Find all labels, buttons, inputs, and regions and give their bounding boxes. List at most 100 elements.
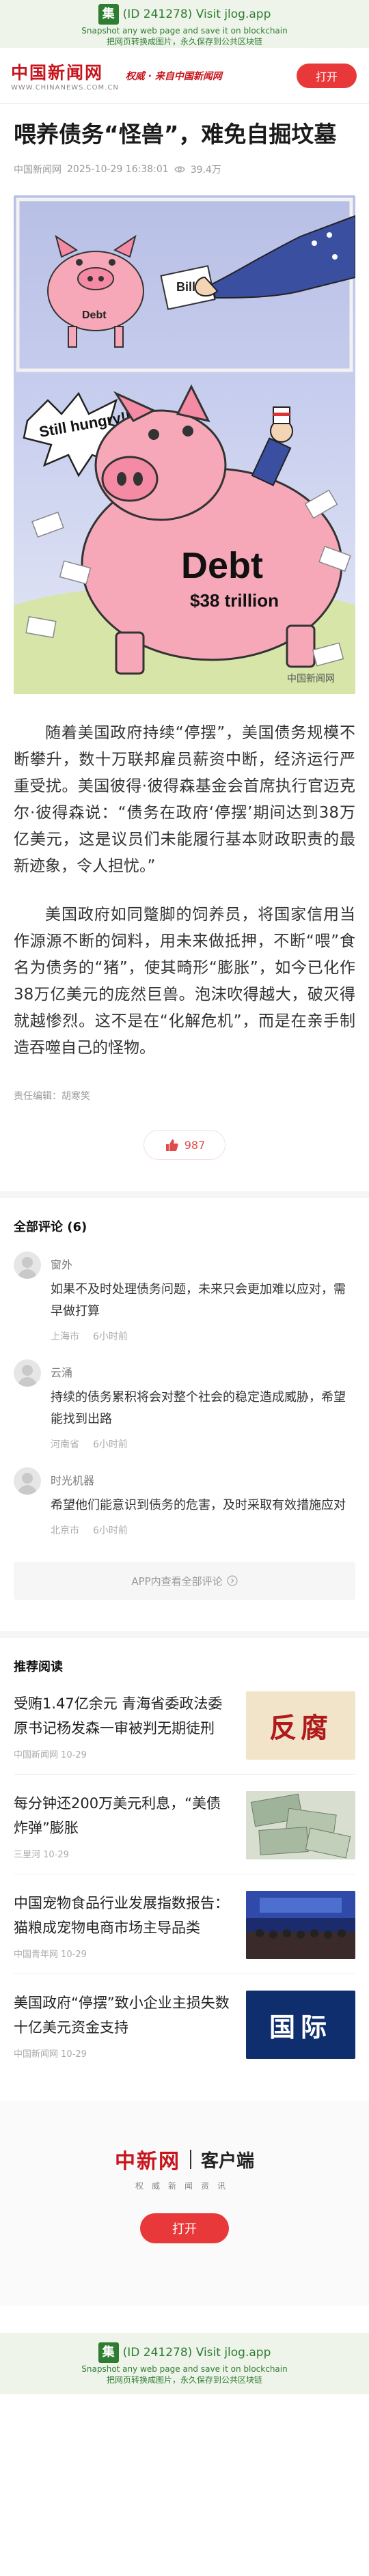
promo-brand-name: 中新网 xyxy=(114,2150,180,2174)
see-all-label: APP内查看全部评论 xyxy=(131,1575,223,1588)
thumbs-up-icon xyxy=(165,1139,178,1151)
recommended-title[interactable]: 中国宠物食品行业发展指数报告：猫粮成宠物电商市场主导品类 xyxy=(14,1891,234,1940)
avatar xyxy=(14,1251,41,1279)
money-thumbnail-icon xyxy=(246,1791,355,1859)
comment-text: 持续的债务累积将会对整个社会的稳定造成威胁，希望能找到出路 xyxy=(51,1390,346,1426)
recommended-title[interactable]: 美国政府“停摆”致小企业主损失数十亿美元资金支持 xyxy=(14,1991,234,2040)
comment-time: 6小时前 xyxy=(93,1439,128,1450)
recommended-thumbnail[interactable]: 反腐 xyxy=(246,1691,355,1760)
page: 集 (ID 241278) Visit jlog.app Snapshot an… xyxy=(0,0,369,2394)
jlog-visit-line[interactable]: 集 (ID 241278) Visit jlog.app xyxy=(0,4,369,25)
promo-open-button[interactable]: 打开 xyxy=(140,2213,229,2243)
recommended-source: 三里河 10-29 xyxy=(14,1847,234,1860)
article-paragraph: 随着美国政府持续“停摆”，美国债务规模不断攀升，数十万联邦雇员薪资中断，经济运行… xyxy=(14,724,355,875)
jlog-tagline-en: Snapshot any web page and save it on blo… xyxy=(81,2364,288,2374)
recommended-thumbnail[interactable] xyxy=(246,1791,355,1859)
recommended-item[interactable]: 每分钟还200万美元利息，“美债炸弹”膨胀 三里河 10-29 xyxy=(14,1775,355,1874)
comment-item: 云涌 持续的债务累积将会对整个社会的稳定造成威胁，希望能找到出路 河南省 6小时… xyxy=(14,1359,355,1451)
recommended-text: 中国宠物食品行业发展指数报告：猫粮成宠物电商市场主导品类 中国青年网 10-29 xyxy=(14,1891,234,1960)
avatar xyxy=(14,1467,41,1495)
recommended-date: 10-29 xyxy=(61,1950,87,1960)
recommended-item[interactable]: 受贿1.47亿余元 青海省委政法委原书记杨发森一审被判无期徒刑 中国新闻网 10… xyxy=(14,1675,355,1775)
article-editor: 责任编辑：胡寒笑 xyxy=(14,1091,90,1102)
recommended-date: 10-29 xyxy=(43,1850,69,1860)
jlog-visit-text[interactable]: (ID 241278) Visit jlog.app xyxy=(123,8,271,21)
comment-text: 如果不及时处理债务问题，未来只会更加难以应对，需早做打算 xyxy=(51,1282,346,1318)
site-header: 中国新闻网 WWW.CHINANEWS.COM.CN 权威 · 来自中国新闻网 … xyxy=(0,48,369,104)
jlog-visit-line[interactable]: 集 (ID 241278) Visit jlog.app xyxy=(0,2342,369,2363)
recommended-source-name: 三里河 xyxy=(14,1850,41,1860)
recommended-source: 中国新闻网 10-29 xyxy=(14,2047,234,2060)
recommended-source-name: 中国新闻网 xyxy=(14,2049,59,2060)
jlog-tagline-en: Snapshot any web page and save it on blo… xyxy=(81,26,288,36)
cartoon-illustration: Debt Bill Still hungry!!! Debt $38 trill… xyxy=(14,195,355,694)
article-hero-image: Debt Bill Still hungry!!! Debt $38 trill… xyxy=(14,195,355,694)
comment-user: 时光机器 xyxy=(51,1474,95,1487)
comment-meta: 北京市 6小时前 xyxy=(51,1523,355,1537)
jlog-tagline-zh: 把网页转换成图片，永久保存到公共区块链 xyxy=(106,37,262,46)
article-paragraph: 美国政府如同蹩脚的饲养员，将国家信用当作源源不断的饲料，用未来做抵押，不断“喂”… xyxy=(14,906,355,1057)
promo-client-label: 客户端 xyxy=(200,2150,254,2172)
article-datetime: 2025-10-29 16:38:01 xyxy=(67,164,169,175)
site-logo[interactable]: 中国新闻网 WWW.CHINANEWS.COM.CN xyxy=(11,59,119,92)
arrow-right-circle-icon xyxy=(227,1575,238,1586)
jlog-logo-icon: 集 xyxy=(98,4,119,25)
eye-icon xyxy=(174,166,185,173)
bill-label: Bill xyxy=(176,280,195,294)
conference-thumbnail-icon xyxy=(246,1891,355,1959)
avatar xyxy=(14,1359,41,1387)
comment-time: 6小时前 xyxy=(93,1331,128,1342)
small-pig-label: Debt xyxy=(82,309,107,321)
app-promo: 中新网 客户端 权威新闻资讯 打开 xyxy=(0,2101,369,2305)
recommended-thumbnail[interactable] xyxy=(246,1891,355,1959)
comment-body: 窗外 如果不及时处理债务问题，未来只会更加难以应对，需早做打算 上海市 6小时前 xyxy=(51,1251,355,1343)
recommended-title[interactable]: 受贿1.47亿余元 青海省委政法委原书记杨发森一审被判无期徒刑 xyxy=(14,1691,234,1741)
image-watermark: 中国新闻网 xyxy=(287,674,335,684)
promo-brand: 中新网 客户端 xyxy=(0,2144,369,2174)
like-area: 987 xyxy=(14,1130,355,1160)
jlog-visit-text[interactable]: (ID 241278) Visit jlog.app xyxy=(123,2346,271,2359)
article-source: 中国新闻网 xyxy=(14,165,62,176)
comment-item: 窗外 如果不及时处理债务问题，未来只会更加难以应对，需早做打算 上海市 6小时前 xyxy=(14,1251,355,1343)
jlog-logo-icon: 集 xyxy=(98,2342,119,2363)
recommended-section: 推荐阅读 受贿1.47亿余元 青海省委政法委原书记杨发森一审被判无期徒刑 中国新… xyxy=(0,1657,369,2073)
comment-body: 时光机器 希望他们能意识到债务的危害，及时采取有效措施应对 北京市 6小时前 xyxy=(51,1467,355,1537)
comment-text: 希望他们能意识到债务的危害，及时采取有效措施应对 xyxy=(51,1498,346,1512)
recommended-date: 10-29 xyxy=(61,1750,87,1760)
comment-location: 河南省 xyxy=(51,1439,79,1450)
recommended-item[interactable]: 中国宠物食品行业发展指数报告：猫粮成宠物电商市场主导品类 中国青年网 10-29 xyxy=(14,1874,355,1974)
promo-divider xyxy=(189,2150,191,2169)
jlog-banner-top[interactable]: 集 (ID 241278) Visit jlog.app Snapshot an… xyxy=(0,0,369,48)
jlog-banner-bottom[interactable]: 集 (ID 241278) Visit jlog.app Snapshot an… xyxy=(0,2333,369,2394)
article-meta: 中国新闻网 2025-10-29 16:38:01 39.4万 xyxy=(14,163,355,176)
recommended-heading: 推荐阅读 xyxy=(14,1660,63,1674)
recommended-text: 受贿1.47亿余元 青海省委政法委原书记杨发森一审被判无期徒刑 中国新闻网 10… xyxy=(14,1691,234,1760)
recommended-thumbnail[interactable]: 国际 xyxy=(246,1991,355,2059)
thumb-text: 反腐 xyxy=(269,1712,332,1744)
comment-location: 上海市 xyxy=(51,1331,79,1342)
recommended-text: 每分钟还200万美元利息，“美债炸弹”膨胀 三里河 10-29 xyxy=(14,1791,234,1860)
open-app-button[interactable]: 打开 xyxy=(297,63,357,88)
thumb-text: 国际 xyxy=(269,2012,332,2042)
comment-meta: 上海市 6小时前 xyxy=(51,1329,355,1343)
brand-slogan: 权威 · 来自中国新闻网 xyxy=(125,70,222,82)
recommended-source: 中国青年网 10-29 xyxy=(14,1947,234,1960)
recommended-source-name: 中国青年网 xyxy=(14,1950,59,1960)
recommended-source-name: 中国新闻网 xyxy=(14,1750,59,1760)
brand[interactable]: 中国新闻网 WWW.CHINANEWS.COM.CN 权威 · 来自中国新闻网 xyxy=(11,59,222,92)
like-button[interactable]: 987 xyxy=(144,1130,226,1160)
brand-url: WWW.CHINANEWS.COM.CN xyxy=(11,84,119,92)
recommended-source: 中国新闻网 10-29 xyxy=(14,1747,234,1760)
recommended-title[interactable]: 每分钟还200万美元利息，“美债炸弹”膨胀 xyxy=(14,1791,234,1840)
recommended-item[interactable]: 美国政府“停摆”致小企业主损失数十亿美元资金支持 中国新闻网 10-29 国际 xyxy=(14,1974,355,2073)
big-pig-amount-label: $38 trillion xyxy=(190,590,279,611)
like-count: 987 xyxy=(184,1138,206,1152)
big-pig-debt-label: Debt xyxy=(181,545,263,586)
recommended-date: 10-29 xyxy=(61,2049,87,2060)
see-all-comments-button[interactable]: APP内查看全部评论 xyxy=(14,1562,355,1600)
comment-user: 云涌 xyxy=(51,1366,73,1379)
brand-name: 中国新闻网 xyxy=(11,63,104,83)
section-divider xyxy=(0,1631,369,1638)
promo-slogan: 权威新闻资讯 xyxy=(135,2181,234,2191)
comment-item: 时光机器 希望他们能意识到债务的危害，及时采取有效措施应对 北京市 6小时前 xyxy=(14,1467,355,1537)
